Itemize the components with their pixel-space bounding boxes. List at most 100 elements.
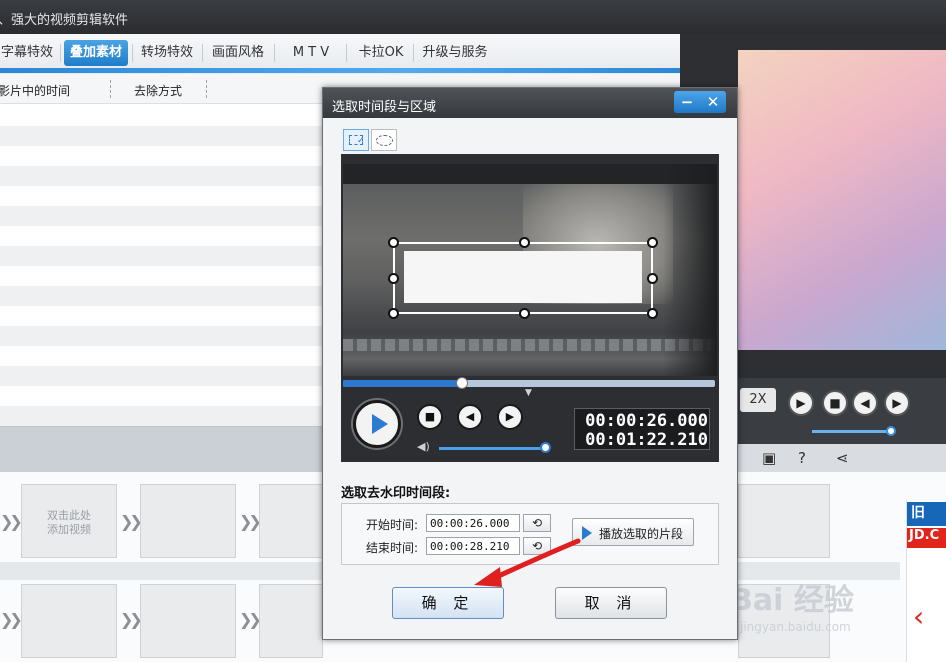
column-header-removal-method[interactable]: 去除方式 — [134, 82, 182, 99]
total-time: 00:01:22.210 — [585, 430, 708, 450]
tab-subtitle-effects[interactable]: 字幕特效 — [0, 40, 56, 66]
tab-transition-effects[interactable]: 转场特效 — [137, 40, 197, 66]
video-preview-box: ▼ ■ ◀ ▶ ◀) 00:00:26.000 00:01:22.210 — [341, 154, 719, 462]
select-time-region-dialog: 选取时间段与区域 − ✕ ✓ ▼ ■ ◀ ▶ ◀) 00:00:26.000 0… — [322, 87, 738, 640]
current-time: 00:00:26.000 — [585, 411, 708, 431]
video-frame-shadow — [663, 164, 717, 376]
tab-overlay-material[interactable]: 叠加素材 — [64, 40, 128, 66]
watermark-region — [404, 251, 642, 303]
preview-stop-icon[interactable]: ■ — [822, 390, 848, 416]
time-range-group: 开始时间: 00:00:26.000 ⟲ 结束时间: 00:00:28.210 … — [341, 503, 719, 565]
video-slot[interactable] — [140, 484, 236, 558]
chevron-down-icon[interactable]: ▼ — [525, 388, 532, 398]
tab-karaoke[interactable]: 卡拉OK — [352, 40, 410, 66]
save-icon[interactable]: ▣ — [762, 449, 776, 467]
dialog-window-buttons: − ✕ — [674, 91, 726, 113]
end-time-label: 结束时间: — [366, 541, 419, 555]
video-frame[interactable] — [343, 164, 717, 376]
audio-slot[interactable] — [140, 584, 236, 658]
preview-image — [738, 50, 946, 350]
resize-handle[interactable] — [388, 308, 399, 319]
chevron-right-icon: ❯❯ — [239, 512, 262, 531]
tab-separator — [60, 44, 61, 62]
resize-handle[interactable] — [647, 273, 658, 284]
video-frame-top — [343, 164, 717, 184]
play-selected-label: 播放选取的片段 — [599, 527, 684, 541]
stop-icon[interactable]: ■ — [417, 404, 443, 430]
resize-handle[interactable] — [388, 273, 399, 284]
app-title: 、强大的视频剪辑软件 — [0, 13, 129, 28]
jd-brand: JD.C — [907, 528, 946, 548]
add-video-hint: 双击此处 添加视频 — [22, 509, 116, 537]
share-icon[interactable]: ⋖ — [836, 449, 849, 467]
video-frame-rail — [343, 339, 717, 351]
resize-handle[interactable] — [519, 237, 530, 248]
chevron-right-icon: ❯❯ — [0, 610, 23, 629]
chevron-left-icon[interactable]: ‹ — [913, 600, 924, 633]
tab-separator — [132, 44, 133, 62]
chevron-right-icon: ❯❯ — [239, 610, 262, 629]
ellipse-select-tool[interactable] — [371, 129, 397, 151]
dialog-titlebar: 选取时间段与区域 − ✕ — [323, 88, 737, 118]
help-icon[interactable]: ? — [798, 449, 806, 467]
preview-next-frame-icon[interactable]: ▶ — [884, 390, 910, 416]
tab-upgrade-service[interactable]: 升级与服务 — [418, 40, 492, 66]
volume-slider[interactable] — [439, 447, 545, 450]
play-selected-button[interactable]: 播放选取的片段 — [572, 518, 694, 546]
video-slot[interactable] — [259, 484, 323, 558]
start-time-label: 开始时间: — [366, 518, 419, 532]
rect-select-tool[interactable]: ✓ — [343, 129, 369, 151]
jd-advert[interactable]: 旧 JD.C ‹ — [906, 500, 946, 662]
tab-mtv[interactable]: M T V — [280, 40, 342, 66]
ellipse-select-icon — [376, 135, 393, 146]
jd-logo: 旧 — [907, 502, 946, 526]
column-separator — [206, 80, 207, 98]
cancel-button[interactable]: 取 消 — [555, 587, 667, 619]
resize-handle[interactable] — [519, 308, 530, 319]
seek-slider[interactable] — [343, 377, 715, 389]
preview-prev-frame-icon[interactable]: ◀ — [852, 390, 878, 416]
start-time-input[interactable]: 00:00:26.000 — [426, 514, 520, 532]
add-video-slot[interactable]: 双击此处 添加视频 — [21, 484, 117, 558]
resize-handle[interactable] — [647, 308, 658, 319]
feature-tabbar: 字幕特效 叠加素材 转场特效 画面风格 M T V 卡拉OK 升级与服务 — [0, 34, 680, 72]
minimize-icon[interactable]: − — [674, 91, 700, 113]
check-icon: ✓ — [357, 136, 365, 146]
app-titlebar: 、强大的视频剪辑软件 — [0, 0, 946, 34]
seek-knob[interactable] — [456, 377, 468, 389]
selection-rectangle[interactable] — [388, 237, 658, 319]
next-frame-icon[interactable]: ▶ — [497, 404, 523, 430]
preview-volume-knob[interactable] — [886, 426, 896, 436]
baidu-watermark-url: jingyan.baidu.com — [740, 620, 851, 634]
baidu-watermark: Bai 经验 — [730, 583, 854, 618]
audio-slot[interactable] — [259, 584, 323, 658]
volume-icon: ◀) — [417, 440, 430, 453]
chevron-right-icon: ❯❯ — [120, 610, 143, 629]
speed-button[interactable]: 2X — [740, 388, 776, 412]
volume-knob[interactable] — [540, 442, 551, 453]
preview-volume-slider[interactable] — [812, 430, 890, 433]
dialog-title: 选取时间段与区域 — [332, 100, 437, 115]
play-button[interactable] — [353, 400, 401, 448]
section-label: 选取去水印时间段: — [341, 486, 451, 501]
ok-button[interactable]: 确 定 — [392, 587, 504, 619]
start-time-reset-icon[interactable]: ⟲ — [523, 514, 551, 532]
audio-slot[interactable] — [21, 584, 117, 658]
video-slot[interactable] — [738, 484, 830, 558]
close-icon[interactable]: ✕ — [700, 91, 726, 113]
resize-handle[interactable] — [388, 237, 399, 248]
prev-frame-icon[interactable]: ◀ — [457, 404, 483, 430]
end-time-input[interactable]: 00:00:28.210 — [426, 537, 520, 555]
tab-picture-style[interactable]: 画面风格 — [207, 40, 269, 66]
tab-separator — [202, 44, 203, 62]
column-header-time[interactable]: 影片中的时间 — [0, 82, 70, 99]
seek-progress — [343, 380, 461, 387]
resize-handle[interactable] — [647, 237, 658, 248]
tab-separator — [274, 44, 275, 62]
play-icon — [372, 414, 388, 434]
tab-underline — [0, 68, 680, 73]
preview-play-icon[interactable]: ▶ — [788, 390, 814, 416]
play-icon — [582, 526, 592, 540]
end-time-reset-icon[interactable]: ⟲ — [523, 537, 551, 555]
add-video-hint-text: 双击此处 添加视频 — [47, 509, 91, 536]
